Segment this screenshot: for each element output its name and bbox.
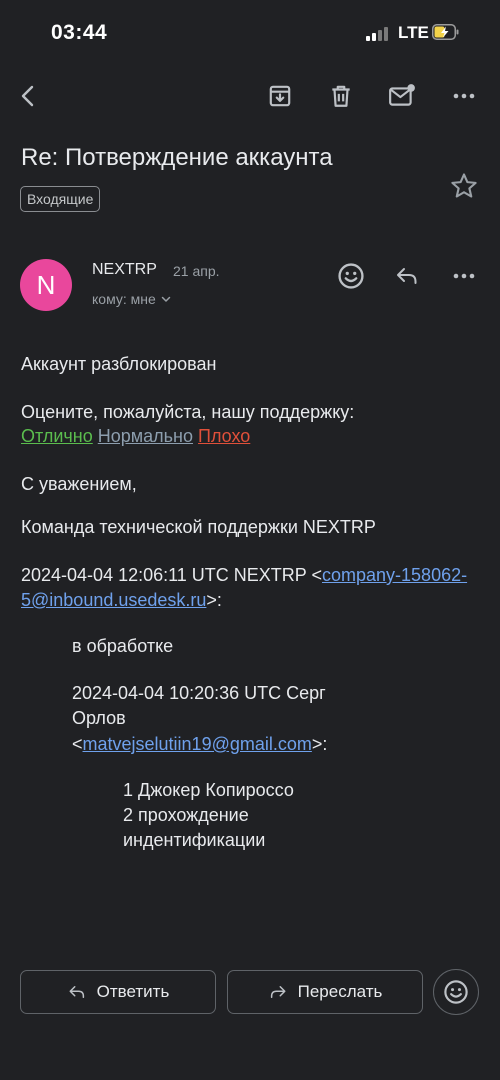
rating-links: Отлично Нормально Плохо [21, 424, 250, 449]
add-reaction-button[interactable] [333, 258, 369, 294]
sender-avatar[interactable]: N [20, 259, 72, 311]
rating-bad-link[interactable]: Плохо [198, 426, 250, 446]
quote2-header-line2: Орлов [72, 708, 126, 728]
reply-icon [69, 986, 84, 998]
reply-button-label: Ответить [96, 982, 170, 1001]
body-rating-prompt: Оцените, пожалуйста, нашу поддержку: [21, 402, 355, 422]
quote1-text: в обработке [72, 636, 174, 656]
emoji-reaction-button[interactable] [433, 969, 479, 1015]
email-date: 21 апр. [173, 263, 220, 279]
chevron-down-icon [161, 296, 171, 302]
rating-excellent-link[interactable]: Отлично [21, 426, 93, 446]
network-type: LTE [398, 23, 429, 42]
mark-unread-button[interactable] [384, 78, 420, 114]
status-time: 03:44 [51, 21, 108, 44]
sender-name: NEXTRP [92, 261, 157, 278]
trash-icon [332, 85, 350, 107]
status-bar: 03:44 LTE [0, 0, 500, 66]
quote2-email-link[interactable]: matvejselutiin19@gmail.com [83, 734, 312, 754]
forward-icon [270, 986, 286, 998]
more-horiz-icon [453, 93, 475, 99]
delete-button[interactable] [323, 78, 359, 114]
archive-button[interactable] [262, 78, 298, 114]
quote1-header: 2024-04-04 12:06:11 UTC NEXTRP <company-… [21, 563, 481, 613]
more-horiz-icon [453, 273, 475, 279]
body-line-unblocked: Аккаунт разблокирован [21, 354, 217, 374]
smiley-icon [444, 980, 468, 1004]
inbox-label-chip[interactable]: Входящие [20, 186, 101, 212]
quote2-email-suffix: >: [311, 734, 328, 754]
forward-button-label: Переслать [297, 982, 383, 1001]
archive-icon [269, 85, 291, 107]
mark-unread-icon [389, 84, 415, 106]
back-button[interactable] [10, 78, 46, 114]
quote2-header-line1: 2024-04-04 10:20:36 UTC Серг [72, 683, 326, 703]
quote1-header-suffix: >: [206, 590, 222, 610]
reply-icon [397, 268, 417, 284]
quote2-line3: индентификации [123, 830, 266, 850]
quote2-line1: 1 Джокер Копироссо [123, 780, 294, 800]
signal-icon [366, 27, 392, 41]
back-arrow-icon [21, 85, 34, 107]
more-options-button[interactable] [446, 78, 482, 114]
star-icon[interactable] [449, 171, 479, 201]
email-subject: Re: Потверждение аккаунта [21, 144, 333, 171]
quote2-email-line: <matvejselutiin19@gmail.com>: [72, 732, 327, 757]
battery-charging-icon [432, 24, 459, 40]
reply-button[interactable]: Ответить [20, 970, 216, 1014]
quote2-email-prefix: < [72, 734, 83, 754]
forward-button[interactable]: Переслать [227, 970, 423, 1014]
reply-header-button[interactable] [389, 258, 425, 294]
recipient-text: кому: мне [92, 291, 156, 307]
quote2-line2: 2 прохождение [123, 805, 249, 825]
quote1-header-prefix: 2024-04-04 12:06:11 UTC NEXTRP < [21, 565, 322, 585]
recipient-details[interactable]: кому: мне [92, 291, 172, 307]
body-closing: С уважением, [21, 474, 137, 494]
body-signature: Команда технической поддержки NEXTRP [21, 517, 376, 537]
smiley-icon [338, 263, 364, 289]
rating-normal-link[interactable]: Нормально [98, 426, 193, 446]
message-more-button[interactable] [446, 258, 482, 294]
